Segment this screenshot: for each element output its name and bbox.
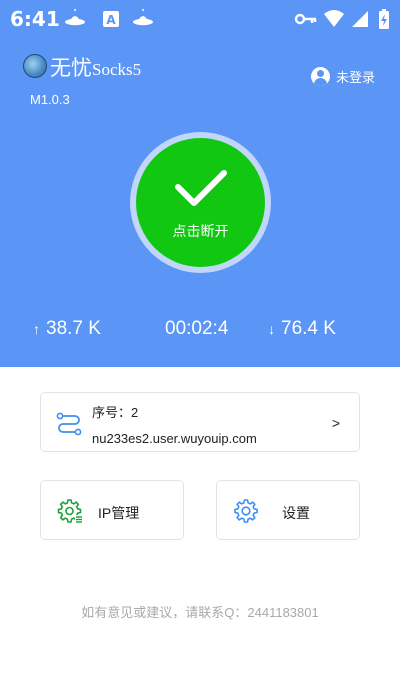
vpn-key-icon <box>294 13 317 25</box>
app-title: 无忧Socks5 <box>50 52 141 82</box>
checkmark-icon <box>175 170 227 206</box>
login-button[interactable]: 未登录 <box>311 66 375 86</box>
app-version: M1.0.3 <box>30 92 70 107</box>
gear-list-icon <box>57 499 82 523</box>
wifi-icon <box>324 10 344 27</box>
server-index: 序号：2 <box>92 405 139 420</box>
upload-value: 38.7 K <box>46 318 101 339</box>
app-logo <box>23 54 47 78</box>
duration-value: 00:02:4 <box>165 318 229 339</box>
connect-button-label: 点击断开 <box>172 223 229 239</box>
settings-button[interactable]: 设置 <box>216 480 360 540</box>
ip-manage-label: IP管理 <box>98 505 140 521</box>
gear-icon <box>234 499 258 523</box>
download-value: 76.4 K <box>281 318 336 339</box>
battery-charging-icon <box>379 9 389 29</box>
ip-manage-button[interactable]: IP管理 <box>40 480 184 540</box>
user-avatar-icon <box>311 66 330 86</box>
server-select-card[interactable]: 序号：2 nu233es2.user.wuyouip.com > <box>40 392 360 452</box>
text-a-icon: A <box>103 11 119 27</box>
chevron-right-icon: > <box>331 415 340 431</box>
connect-toggle-button[interactable]: 点击断开 <box>136 138 265 267</box>
app-title-cn: 无忧 <box>50 56 92 80</box>
upload-arrow-icon: ↑ <box>33 321 40 337</box>
download-arrow-icon: ↓ <box>268 321 275 337</box>
download-stat: ↓ 76.4 K <box>268 318 336 340</box>
signal-icon <box>352 11 368 27</box>
server-host: nu233es2.user.wuyouip.com <box>92 431 257 446</box>
duration-stat: 00:02:4 <box>165 318 228 340</box>
ufo-icon <box>65 9 85 26</box>
status-time: 6:41 <box>10 7 60 31</box>
status-bar: 6:41 A <box>0 0 400 36</box>
app-title-latin: Socks5 <box>92 60 142 79</box>
contact-footer: 如有意见或建议，请联系Q：2441183801 <box>81 605 319 620</box>
settings-label: 设置 <box>282 505 310 521</box>
login-label: 未登录 <box>336 69 376 85</box>
ufo-icon <box>133 9 153 26</box>
route-icon <box>56 412 82 436</box>
upload-stat: ↑ 38.7 K <box>33 318 101 340</box>
svg-text:A: A <box>106 13 116 27</box>
